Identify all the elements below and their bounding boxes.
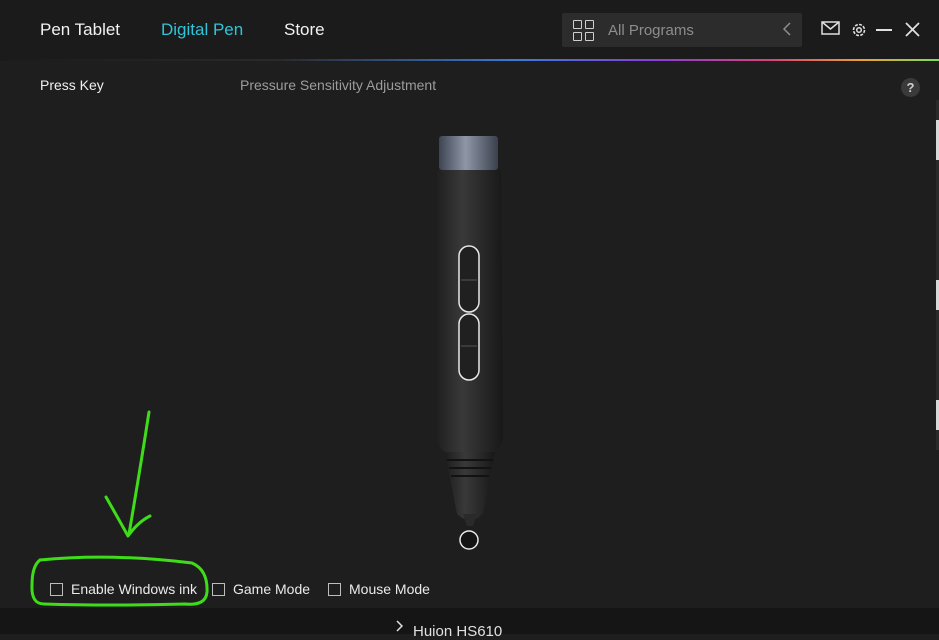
pen-tip-marker xyxy=(459,530,479,550)
minimize-icon[interactable] xyxy=(876,29,892,32)
pen-lower-button xyxy=(458,313,480,381)
annotation-arrow-shaft xyxy=(127,410,151,536)
chevron-left-icon[interactable] xyxy=(782,21,792,37)
enable-windows-ink-option[interactable]: Enable Windows ink xyxy=(50,581,197,597)
program-selector[interactable]: All Programs xyxy=(562,13,802,47)
mail-icon[interactable] xyxy=(821,20,841,36)
program-selector-label: All Programs xyxy=(608,22,694,39)
enable-windows-ink-checkbox[interactable] xyxy=(50,582,63,596)
header-divider xyxy=(0,59,939,61)
device-selector-bar[interactable]: Huion HS610 xyxy=(0,608,939,640)
tab-store[interactable]: Store xyxy=(284,20,325,40)
tab-pen-tablet[interactable]: Pen Tablet xyxy=(40,20,120,40)
scroll-edge xyxy=(936,100,939,450)
top-bar: Pen Tablet Digital Pen Store All Program… xyxy=(0,0,939,60)
annotation-arrow-head xyxy=(104,495,152,538)
tab-digital-pen[interactable]: Digital Pen xyxy=(161,20,243,40)
game-mode-checkbox[interactable] xyxy=(212,582,225,596)
enable-windows-ink-label: Enable Windows ink xyxy=(71,581,198,597)
close-icon[interactable] xyxy=(905,22,920,37)
mouse-mode-label: Mouse Mode xyxy=(349,581,430,597)
chevron-right-icon[interactable] xyxy=(395,620,403,632)
game-mode-label: Game Mode xyxy=(233,581,311,597)
grid-icon xyxy=(573,20,595,42)
gear-icon[interactable] xyxy=(850,21,868,39)
game-mode-option[interactable]: Game Mode xyxy=(212,581,310,597)
pen-upper-button xyxy=(458,245,480,313)
device-name: Huion HS610 xyxy=(413,623,503,640)
tab-press-key[interactable]: Press Key xyxy=(40,77,104,93)
digital-pen-illustration xyxy=(435,136,503,550)
mouse-mode-option[interactable]: Mouse Mode xyxy=(328,581,430,597)
mouse-mode-checkbox[interactable] xyxy=(328,582,341,596)
tab-pressure-sensitivity[interactable]: Pressure Sensitivity Adjustment xyxy=(240,77,436,93)
help-icon[interactable]: ? xyxy=(901,78,920,97)
